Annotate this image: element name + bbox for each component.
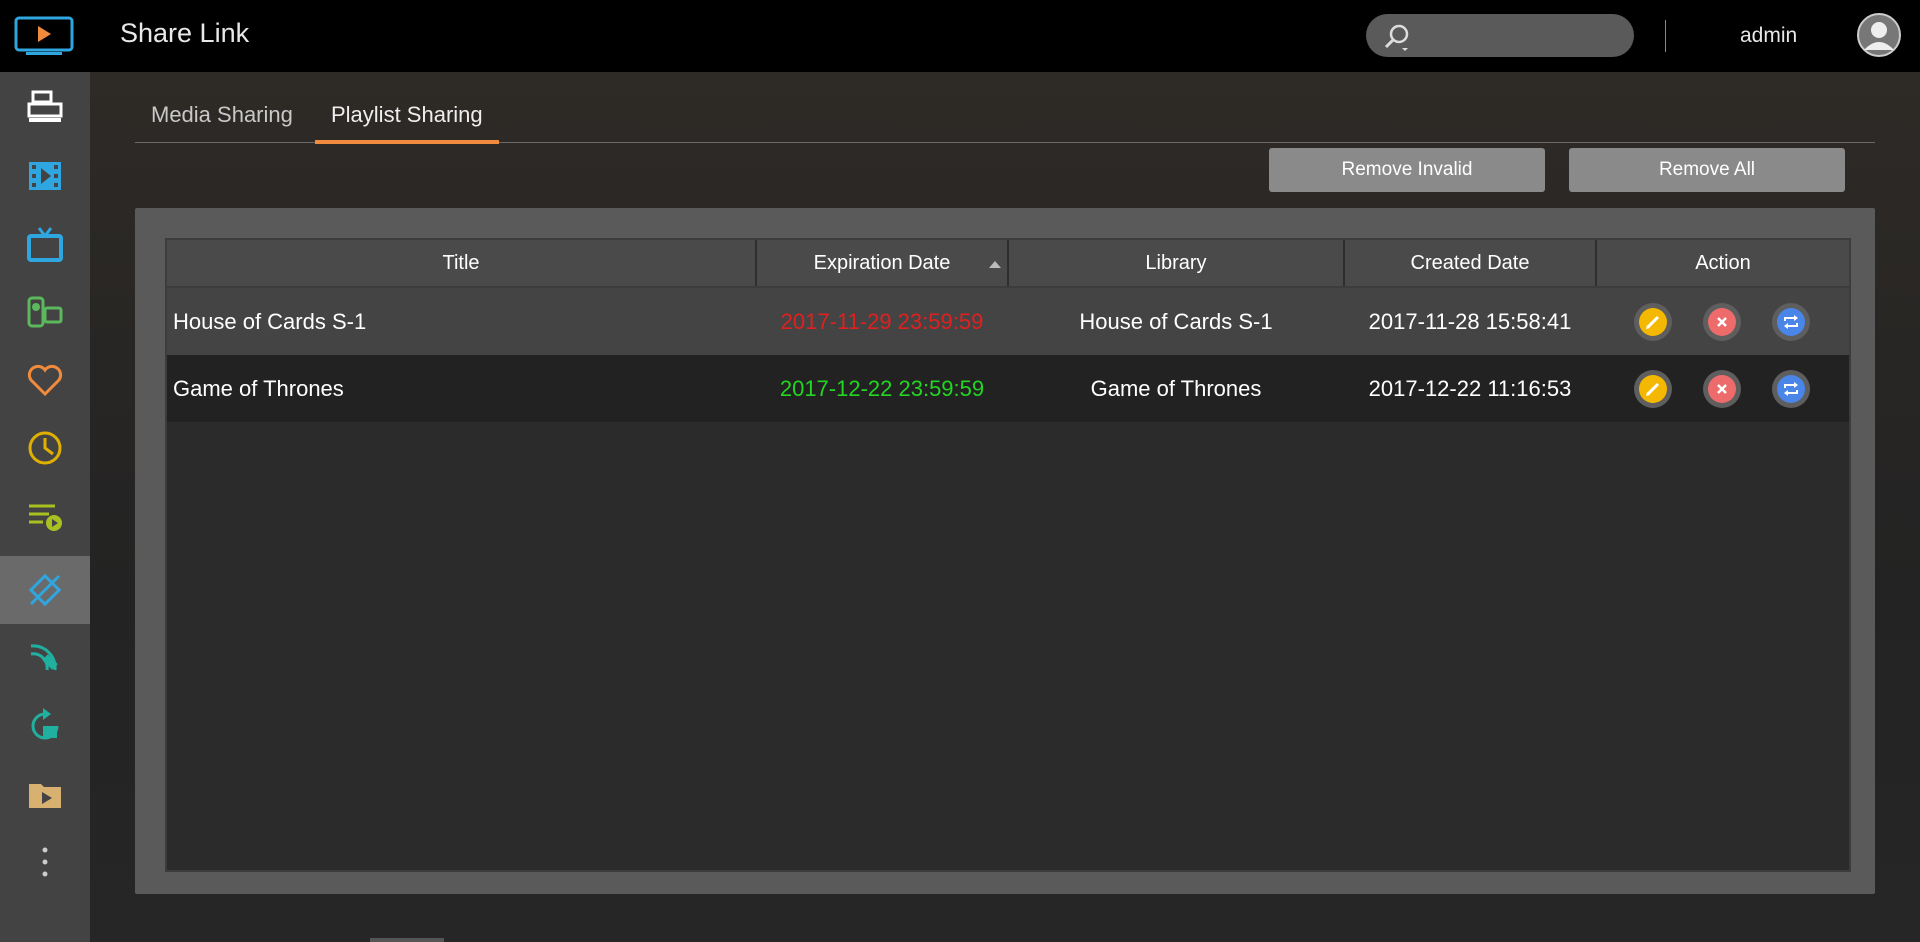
row-library: Game of Thrones: [1090, 376, 1262, 401]
delete-button[interactable]: [1703, 370, 1741, 408]
refresh-icon: [1784, 382, 1798, 396]
table-header: Title Expiration Date Library Created Da…: [167, 240, 1849, 288]
search-icon[interactable]: [1382, 22, 1412, 52]
film-icon: [29, 162, 61, 190]
sidebar-item-tv[interactable]: [0, 210, 90, 278]
bottom-scroll-indicator: [370, 938, 444, 942]
folder-media-icon: [29, 784, 61, 808]
top-bar: Share Link admin: [0, 0, 1920, 72]
sidebar-item-server[interactable]: [0, 72, 90, 140]
header-divider: [1665, 20, 1666, 52]
row-created: 2017-11-28 15:58:41: [1368, 309, 1572, 334]
app-title: Share Link: [120, 18, 250, 48]
sidebar-item-movies[interactable]: [0, 142, 90, 210]
sidebar-item-folders[interactable]: [0, 760, 90, 828]
sidebar-item-more[interactable]: [0, 828, 90, 896]
main-content: Media Sharing Playlist Sharing Remove In…: [90, 72, 1920, 942]
tab-bar: Media Sharing Playlist Sharing: [135, 72, 1875, 144]
refresh-icon: [1784, 315, 1798, 329]
renew-button[interactable]: [1772, 303, 1810, 341]
close-icon: [1717, 317, 1727, 327]
row-expiration: 2017-11-29 23:59:59: [780, 309, 984, 334]
sidebar-item-streaming[interactable]: [0, 624, 90, 692]
camera-photo-icon: [27, 296, 63, 328]
tab-playlist-sharing[interactable]: Playlist Sharing: [315, 100, 499, 144]
edit-button[interactable]: [1634, 303, 1672, 341]
delete-button[interactable]: [1703, 303, 1741, 341]
share-link-icon: [28, 573, 62, 607]
sidebar-item-favorites[interactable]: [0, 346, 90, 414]
search-input[interactable]: [1422, 20, 1626, 52]
sidebar: [0, 72, 90, 942]
table-panel: Title Expiration Date Library Created Da…: [135, 208, 1875, 894]
heart-icon: [27, 364, 63, 397]
sidebar-item-share-link[interactable]: [0, 556, 90, 624]
column-header-expiration-label: Expiration Date: [813, 252, 951, 274]
remove-all-button[interactable]: Remove All: [1569, 148, 1845, 192]
more-icon: [42, 847, 48, 877]
column-header-title[interactable]: Title: [167, 240, 757, 286]
tab-media-sharing[interactable]: Media Sharing: [135, 100, 309, 140]
tv-icon: [27, 227, 63, 262]
sidebar-item-recent[interactable]: [0, 414, 90, 482]
avatar-icon[interactable]: [1856, 12, 1902, 58]
row-library: House of Cards S-1: [1079, 309, 1273, 334]
sidebar-item-transcode[interactable]: [0, 692, 90, 760]
pencil-icon: [1646, 315, 1660, 329]
close-icon: [1717, 384, 1727, 394]
share-table: Title Expiration Date Library Created Da…: [165, 238, 1851, 872]
renew-button[interactable]: [1772, 370, 1810, 408]
sort-ascending-icon: [989, 261, 1001, 268]
table-row[interactable]: Game of Thrones 2017-12-22 23:59:59 Game…: [167, 355, 1849, 422]
row-expiration: 2017-12-22 23:59:59: [779, 376, 985, 401]
column-header-expiration[interactable]: Expiration Date: [757, 240, 1009, 286]
app-logo-icon[interactable]: [14, 16, 74, 56]
media-refresh-icon: [31, 708, 59, 740]
sidebar-item-playlists[interactable]: [0, 482, 90, 550]
username[interactable]: admin: [1740, 24, 1797, 48]
row-title: House of Cards S-1: [173, 309, 367, 334]
edit-button[interactable]: [1634, 370, 1672, 408]
row-title: Game of Thrones: [173, 376, 344, 401]
pencil-icon: [1646, 382, 1660, 396]
row-created: 2017-12-22 11:16:53: [1368, 376, 1572, 401]
playlist-icon: [29, 504, 62, 531]
column-header-action: Action: [1695, 252, 1751, 274]
search-box[interactable]: [1366, 14, 1634, 57]
column-header-created[interactable]: Created Date: [1345, 240, 1597, 286]
server-icon: [27, 90, 63, 122]
column-header-library[interactable]: Library: [1009, 240, 1345, 286]
remove-invalid-button[interactable]: Remove Invalid: [1269, 148, 1545, 192]
sidebar-item-photos[interactable]: [0, 278, 90, 346]
table-row[interactable]: House of Cards S-1 2017-11-29 23:59:59 H…: [167, 288, 1849, 355]
clock-icon: [28, 431, 62, 465]
satellite-icon: [30, 644, 58, 671]
